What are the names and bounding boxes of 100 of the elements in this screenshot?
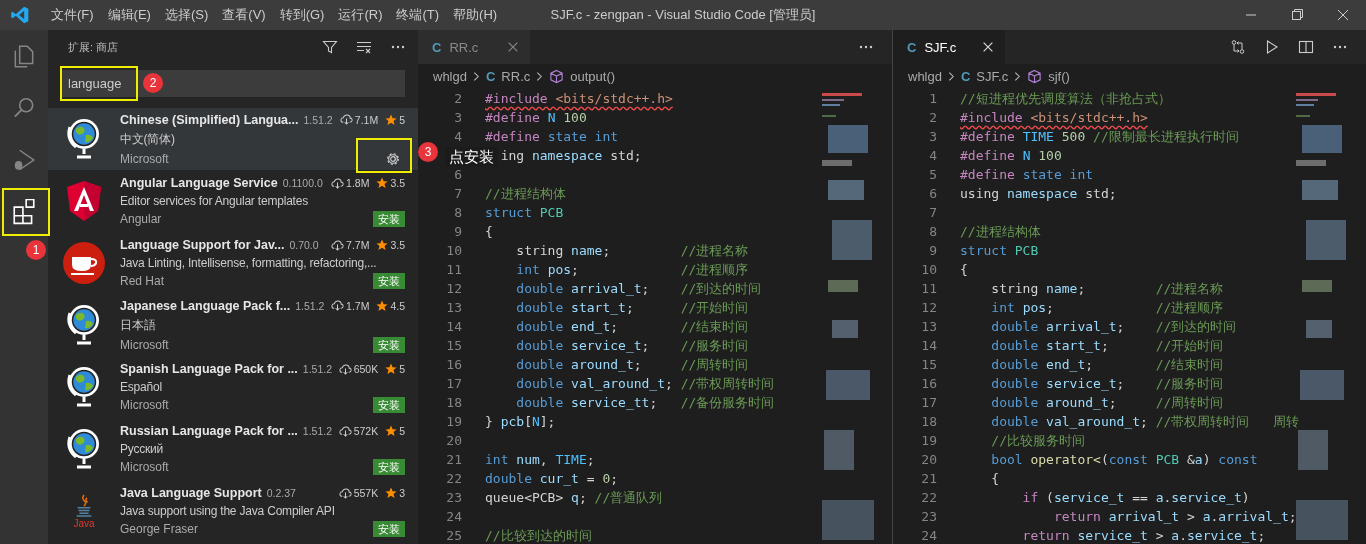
extension-item[interactable]: Russian Language Pack for ... 1.51.2 572K 5 Русский Microsoft 安装	[48, 418, 418, 480]
code-line: //短进程优先调度算法（非抢占式）	[960, 90, 1171, 108]
code-line: #define state int	[960, 166, 1094, 184]
menu-item[interactable]: 转到(G)	[272, 6, 332, 24]
line-number: 21	[445, 451, 462, 469]
cloud-download-icon	[331, 300, 345, 311]
extension-item[interactable]: Spanish Language Pack for ... 1.51.2 650K 5 Español Microsoft 安装	[48, 356, 418, 418]
extension-version: 1.51.2	[295, 299, 325, 312]
cube-icon	[549, 68, 565, 84]
star-icon	[385, 487, 398, 499]
line-number: 15	[920, 356, 937, 374]
install-button[interactable]: 安装	[373, 336, 405, 353]
extension-version: 1.51.2	[303, 113, 333, 126]
line-number: 9	[928, 242, 937, 260]
publisher: Angular	[120, 212, 162, 226]
line-number: 7	[453, 185, 462, 203]
breadcrumb-item[interactable]: whlgd	[908, 68, 942, 84]
line-number: 13	[920, 318, 937, 336]
code-line: double service_t; //服务时间	[515, 337, 749, 355]
cloud-download-icon	[338, 425, 352, 437]
extension-version: 0.1100.0	[282, 177, 323, 189]
extension-item[interactable]: Angular Language Service 0.1100.0 1.8M 3.5 Editor services for Angular templates Angular 安装	[48, 170, 418, 232]
install-button[interactable]: 安装	[373, 397, 405, 413]
code-line: {	[485, 223, 493, 241]
extension-version: 0.2.37	[266, 487, 296, 499]
menu-item[interactable]: 查看(V)	[215, 6, 273, 24]
code-line: struct PCB	[485, 204, 564, 222]
extension-description: Русский	[120, 442, 165, 456]
line-number: 5	[928, 166, 937, 184]
cup-icon	[62, 241, 106, 285]
run-icon[interactable]	[1264, 39, 1280, 55]
editor-tab[interactable]: C SJF.c	[893, 30, 1005, 64]
line-number: 23	[445, 489, 462, 507]
code-line: double around_t; //周转时间	[990, 394, 1224, 412]
code-line: int pos; //进程顺序	[990, 299, 1224, 317]
star-icon	[385, 425, 398, 437]
line-number: 20	[445, 432, 462, 450]
logo-text: Java	[73, 517, 95, 529]
line-number: 23	[920, 508, 937, 526]
clear-list-icon[interactable]	[356, 39, 372, 55]
settings-icon[interactable]	[385, 150, 401, 167]
code-line: bool operator<(const PCB &a) const	[990, 451, 1258, 469]
menu-item[interactable]: 帮助(H)	[446, 6, 505, 24]
code-line: {	[990, 470, 1000, 488]
close-icon[interactable]	[981, 40, 995, 54]
line-number: 3	[928, 128, 937, 146]
compare-icon[interactable]	[1230, 39, 1246, 55]
breadcrumb-item[interactable]: output()	[570, 68, 616, 84]
breadcrumb-item[interactable]: RR.c	[501, 68, 531, 84]
line-number: 18	[920, 413, 937, 431]
menu-item[interactable]: 选择(S)	[157, 6, 216, 24]
line-number: 8	[928, 223, 937, 241]
code-line: double start_t; //开始时间	[990, 337, 1224, 355]
install-button[interactable]: 安装	[373, 211, 405, 227]
rating: 5	[399, 425, 405, 437]
line-number: 11	[920, 280, 937, 298]
breadcrumb-item[interactable]: SJF.c	[976, 68, 1009, 84]
line-number: 4	[453, 128, 462, 146]
extension-item[interactable]: Chinese (Simplified) Langua... 1.51.2 7.1M 5 中文(简体) Microsoft	[48, 108, 418, 170]
line-number: 12	[920, 299, 937, 317]
menu-item[interactable]: 文件(F)	[44, 6, 101, 24]
download-count: 7.7M	[346, 239, 370, 251]
download-count: 7.1M	[354, 113, 379, 126]
extension-item[interactable]: Japanese Language Pack f... 1.51.2 1.7M 4.5 日本語 Microsoft 安装	[48, 294, 418, 356]
line-number: 6	[928, 185, 937, 203]
extension-name: Chinese (Simplified) Langua...	[120, 112, 299, 127]
window-title: SJF.c - zengpan - Visual Studio Code [管理员]	[550, 6, 816, 24]
code-line: double end_t; //结束时间	[990, 356, 1224, 374]
star-icon	[385, 363, 398, 375]
cube-icon	[1027, 68, 1043, 84]
line-number: 14	[445, 318, 462, 336]
chevron-icon	[947, 70, 955, 82]
menu-item[interactable]: 终端(T)	[389, 6, 447, 24]
editor-tab[interactable]: C RR.c	[418, 30, 530, 64]
shield-icon	[64, 179, 104, 223]
extension-version: 1.51.2	[302, 425, 333, 437]
menu-item[interactable]: 运行(R)	[331, 6, 390, 24]
install-button[interactable]: 安装	[373, 459, 405, 475]
code-line: int pos; //进程顺序	[515, 261, 749, 279]
line-number: 22	[445, 470, 462, 488]
breadcrumb-item[interactable]: sjf()	[1048, 68, 1070, 84]
code-line: ing namespace std;	[500, 147, 642, 165]
menu-item[interactable]: 编辑(E)	[100, 6, 158, 24]
extension-description: Español	[120, 380, 163, 394]
extension-name: Japanese Language Pack f...	[120, 298, 291, 313]
download-count: 572K	[353, 425, 379, 437]
install-button[interactable]: 安装	[373, 521, 405, 537]
rating: 4.5	[390, 299, 405, 312]
breadcrumb-item[interactable]: whlgd	[433, 68, 467, 84]
code-line: double cur_t = 0;	[485, 470, 619, 488]
filter-icon[interactable]	[322, 39, 338, 55]
extension-item[interactable]: Language Support for Jav... 0.70.0 7.7M 3.5 Java Linting, Intellisense, formatting, refactoring,... Red Hat 安装	[48, 232, 418, 294]
star-icon	[376, 177, 389, 189]
cloud-download-icon	[331, 239, 345, 251]
star-icon	[385, 113, 398, 126]
line-number: 24	[445, 508, 462, 526]
code-line: int num, TIME;	[485, 451, 595, 469]
extension-item[interactable]: Java Java Language Support 0.2.37 557K 3 Java support using the Java Compiler API George Fraser 安装	[48, 480, 418, 542]
install-button[interactable]: 安装	[373, 273, 405, 289]
split-editor-icon[interactable]	[1298, 39, 1314, 55]
